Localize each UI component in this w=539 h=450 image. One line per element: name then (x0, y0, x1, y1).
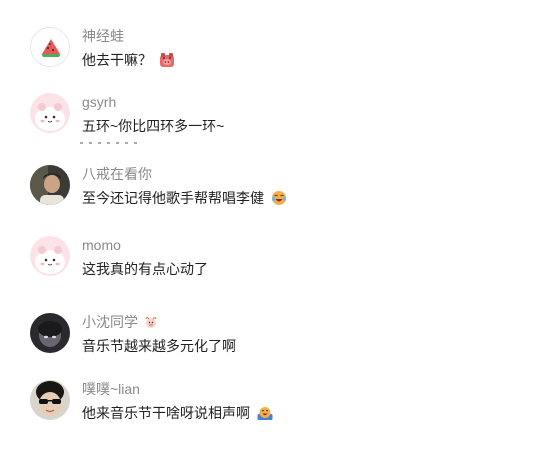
comment-username[interactable]: 小沈同学 (82, 313, 158, 333)
comment-text-row: 这我真的有点心动了 (82, 260, 208, 278)
comment-username[interactable]: 八戒在看你 (82, 165, 152, 183)
pig-face-emoji-icon (159, 52, 175, 72)
comment-username-text: 小沈同学 (82, 314, 138, 330)
person-photo-avatar-icon[interactable] (30, 165, 70, 205)
comment-username[interactable]: 噗噗~lian (82, 380, 140, 398)
comment-text-row: 他去干嘛？ (82, 51, 175, 72)
laughing-crying-emoji-icon (271, 190, 287, 210)
comment-text: 这我真的有点心动了 (82, 261, 208, 277)
comment-username[interactable]: 神经蛙 (82, 27, 124, 45)
comment-item: 噗噗~lian 他来音乐节干啥呀说相声啊 (30, 380, 510, 426)
divider (80, 142, 140, 144)
comment-item: 神经蛙 他去干嘛？ (30, 27, 510, 73)
comment-text: 至今还记得他歌手帮帮唱李健 (82, 190, 264, 206)
comment-text: 他来音乐节干啥呀说相声啊 (82, 405, 250, 421)
comment-username[interactable]: gsyrh (82, 93, 116, 111)
comment-text: 他去干嘛？ (82, 52, 152, 68)
comment-text-row: 音乐节越来越多元化了啊 (82, 337, 236, 355)
comment-text-row: 他来音乐节干啥呀说相声啊 (82, 404, 273, 425)
watermelon-avatar-icon[interactable] (30, 27, 70, 67)
cute-pink-creature-avatar-icon[interactable] (30, 93, 70, 133)
cute-pink-creature-avatar-icon[interactable] (30, 236, 70, 276)
comment-text: 五环~你比四环多一环~ (82, 118, 225, 134)
dark-photo-avatar-icon[interactable] (30, 313, 70, 353)
laughing-rolling-emoji-icon (257, 405, 273, 425)
comment-text-row: 五环~你比四环多一环~ (82, 117, 224, 135)
comment-item: 八戒在看你 至今还记得他歌手帮帮唱李健 (30, 165, 510, 211)
ox-badge-icon (144, 315, 158, 333)
comment-item: 小沈同学 音乐节越来越多元化了啊 (30, 313, 510, 359)
comment-text-row: 至今还记得他歌手帮帮唱李健 (82, 189, 287, 210)
comment-text: 音乐节越来越多元化了啊 (82, 338, 236, 354)
comment-item: momo 这我真的有点心动了 (30, 236, 510, 282)
sunglasses-photo-avatar-icon[interactable] (30, 380, 70, 420)
comment-item: gsyrh 五环~你比四环多一环~ (30, 93, 510, 139)
comment-username[interactable]: momo (82, 236, 121, 254)
